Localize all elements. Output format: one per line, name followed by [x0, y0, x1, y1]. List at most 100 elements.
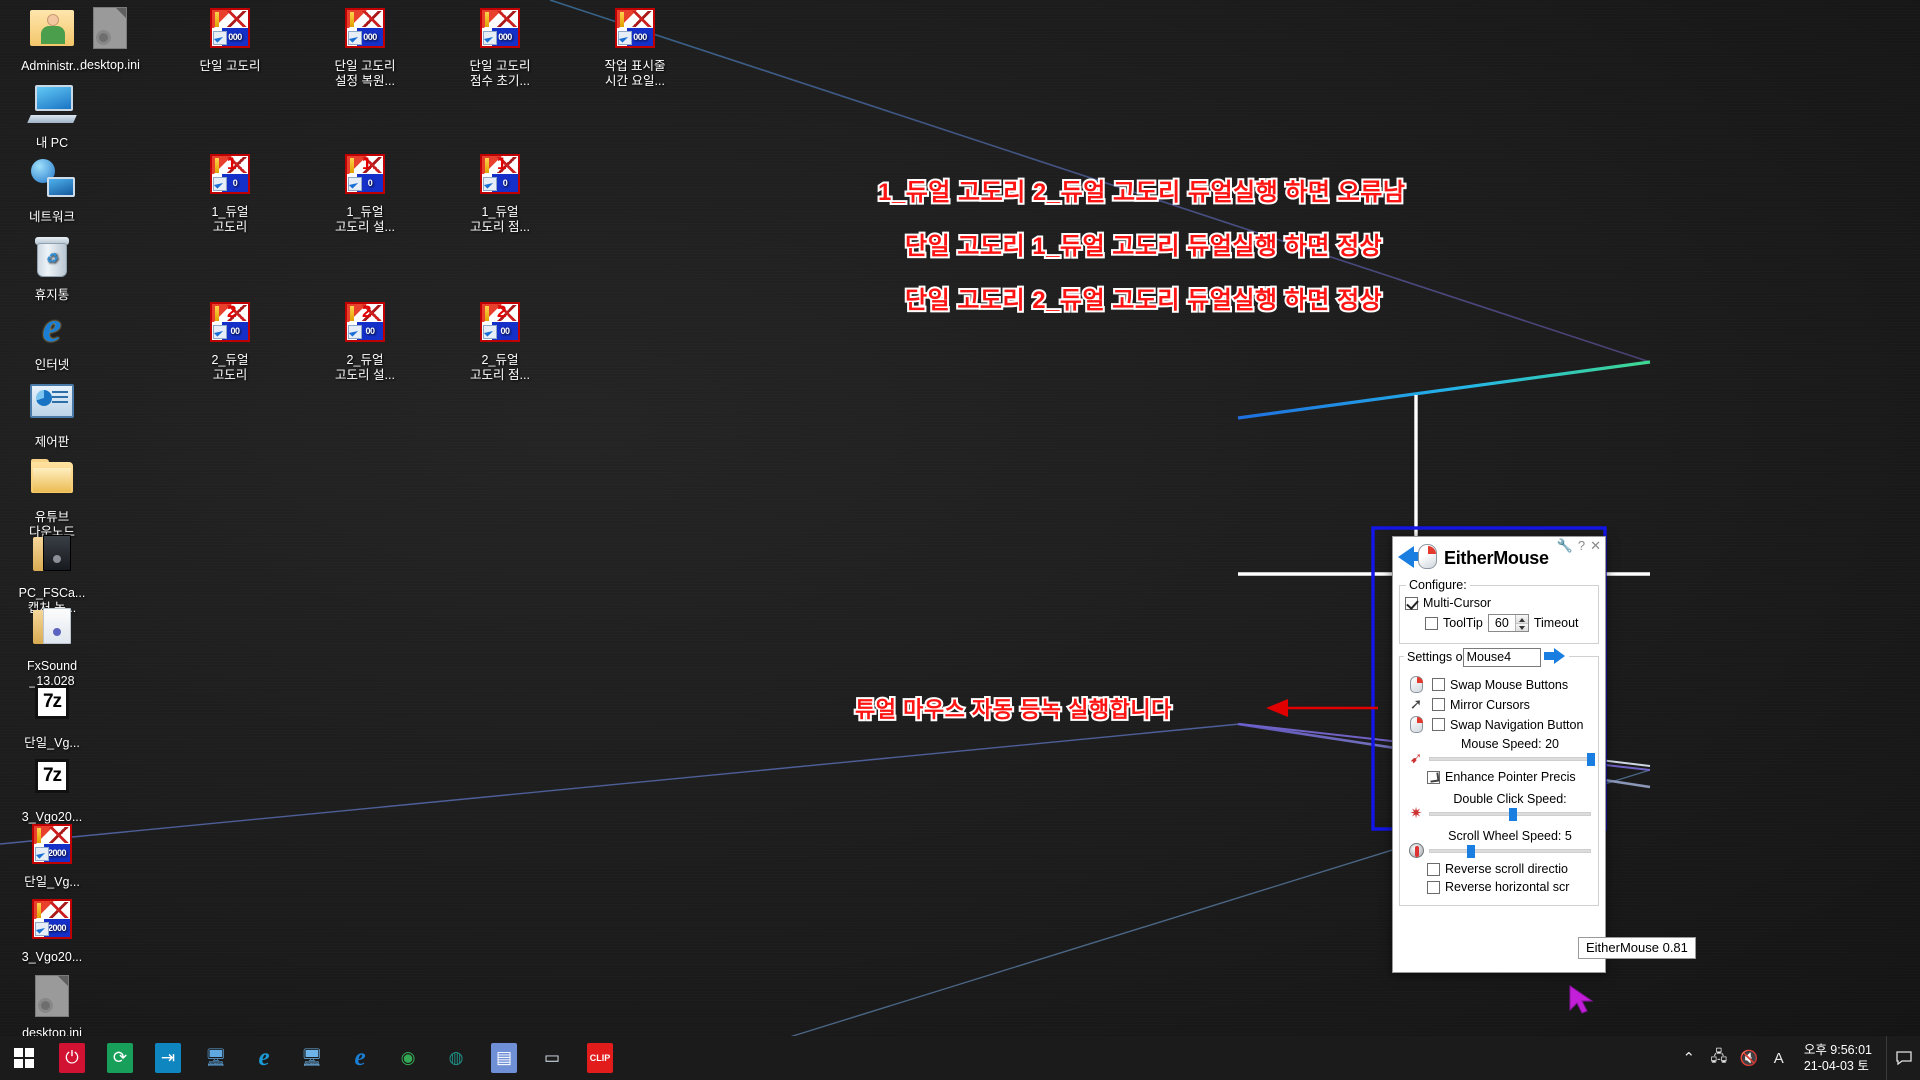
taskbar[interactable]: ⏻ ⟳ ⇥ 🖥 e 🖥 e ◉ ◍ ▤ ▭ CLIP ⌃ 🖧 🔇 A 오후 9:56:01 21-04-03…	[0, 1036, 1920, 1080]
desktop-icon[interactable]: 000 단일 고도리 점수 초기...	[450, 4, 550, 89]
tooltip-checkbox[interactable]	[1425, 616, 1438, 630]
dialog-window-controls[interactable]: 🔧 ? ✕	[1557, 539, 1601, 552]
ime-language-icon[interactable]: A	[1764, 1036, 1794, 1080]
godori-card-icon: 2000	[28, 824, 76, 872]
taskbar-shutdown-icon[interactable]: ⏻	[48, 1036, 96, 1080]
swap-mouse-buttons-row[interactable]: Swap Mouse Buttons	[1405, 676, 1593, 693]
apply-arrow-icon[interactable]	[1543, 647, 1566, 667]
desktop-icon[interactable]: 2 00 2_듀얼 고도리 점...	[450, 298, 550, 383]
desktop-icon[interactable]: 1 0 1_듀얼 고도리 설...	[315, 150, 415, 235]
wrench-icon[interactable]: 🔧	[1557, 539, 1573, 552]
system-tray[interactable]: ⌃ 🖧 🔇 A 오후 9:56:01 21-04-03 토	[1674, 1036, 1920, 1080]
desktop-icon[interactable]: e 인터넷	[2, 303, 102, 373]
swap-mouse-buttons-checkbox[interactable]	[1432, 678, 1445, 691]
show-desktop-button[interactable]	[1886, 1036, 1920, 1080]
reverse-horizontal-checkbox[interactable]	[1427, 880, 1440, 894]
desktop-icon[interactable]: 네트워크	[2, 155, 102, 225]
desktop-icon[interactable]: 2 00 2_듀얼 고도리 설...	[315, 298, 415, 383]
mirror-cursors-row[interactable]: ➚ Mirror Cursors	[1405, 697, 1593, 712]
reverse-scroll-row[interactable]: Reverse scroll directio	[1427, 862, 1593, 876]
tooltip-row[interactable]: ToolTip 60 Timeout	[1425, 614, 1593, 632]
desktop-icon[interactable]: 7z 단일_Vg...	[2, 678, 102, 751]
taskbar-remote-desktop-icon[interactable]: 🖥	[192, 1036, 240, 1080]
desktop-icon[interactable]: 2000 3_Vgo20...	[2, 895, 102, 965]
timeout-value[interactable]: 60	[1489, 616, 1515, 630]
desktop-icon[interactable]: FxSound _13.028	[2, 603, 102, 689]
desktop-icon-label: 단일_Vg...	[24, 736, 80, 750]
desktop-background[interactable]: Administr... desktop.ini 000 단일 고도리 000 단일 고도…	[0, 0, 1920, 1058]
taskbar-items[interactable]: ⏻ ⟳ ⇥ 🖥 e 🖥 e ◉ ◍ ▤ ▭ CLIP	[48, 1036, 624, 1080]
annotation-text: 단일 고도리 1_듀얼 고도리 듀얼실행 하면 정상 단일 고도리 1_듀얼 고도…	[903, 226, 1384, 262]
desktop-icon[interactable]: 000 단일 고도리	[180, 4, 280, 74]
taskbar-google-chrome-icon[interactable]: ◉	[384, 1036, 432, 1080]
device-input[interactable]: Mouse4	[1462, 647, 1541, 667]
desktop-icon[interactable]: 1 0 1_듀얼 고도리	[180, 150, 280, 235]
taskbar-clipboard-clip-icon[interactable]: CLIP	[576, 1036, 624, 1080]
enhance-pointer-checkbox[interactable]	[1427, 770, 1440, 784]
mouse-speed-block[interactable]: Mouse Speed: 20 ➹	[1405, 737, 1595, 766]
desktop-icon[interactable]: 000 작업 표시줄 시간 요일...	[585, 4, 685, 89]
taskbar-clock[interactable]: 오후 9:56:01 21-04-03 토	[1794, 1042, 1886, 1074]
desktop-icon[interactable]: 2000 단일_Vg...	[2, 820, 102, 890]
desktop-icon[interactable]: 000 단일 고도리 설정 복원...	[315, 4, 415, 89]
desktop-icon-label: 작업 표시줄 시간 요일...	[604, 59, 666, 88]
multi-cursor-checkbox[interactable]	[1405, 596, 1418, 610]
desktop-icon[interactable]: 유튜브 다운노드	[2, 452, 102, 540]
reverse-horizontal-row[interactable]: Reverse horizontal scr	[1427, 880, 1593, 894]
scroll-wheel-block[interactable]: Scroll Wheel Speed: 5	[1405, 829, 1593, 858]
double-click-block[interactable]: Double Click Speed: ✷	[1405, 792, 1593, 821]
mouse-speed-slider[interactable]	[1429, 753, 1595, 766]
desktop-icon-label: 단일 고도리	[199, 59, 261, 73]
taskbar-microsoft-edge-icon[interactable]: e	[240, 1036, 288, 1080]
start-button[interactable]	[0, 1036, 48, 1080]
taskbar-remote-assist-icon[interactable]: 🖥	[288, 1036, 336, 1080]
enhance-pointer-row[interactable]: Enhance Pointer Precis	[1427, 770, 1593, 784]
desktop-icon-label: 1_듀얼 고도리 점...	[470, 205, 530, 234]
taskbar-comodo-icon[interactable]: ◍	[432, 1036, 480, 1080]
help-icon[interactable]: ?	[1578, 539, 1585, 552]
mirror-cursors-checkbox[interactable]	[1432, 698, 1445, 711]
desktop-icon[interactable]: 내 PC	[2, 80, 102, 151]
close-icon[interactable]: ✕	[1590, 539, 1601, 552]
taskbar-internet-explorer-icon[interactable]: e	[336, 1036, 384, 1080]
desktop-icon[interactable]: 1 0 1_듀얼 고도리 점...	[450, 150, 550, 235]
taskbar-restart-icon[interactable]: ⟳	[96, 1036, 144, 1080]
scroll-wheel-slider[interactable]	[1429, 845, 1591, 858]
swap-navigation-buttons-checkbox[interactable]	[1432, 718, 1445, 731]
mouse-nav-icon	[1405, 716, 1427, 733]
godori-card-icon: 2 00	[341, 302, 389, 350]
multi-cursor-row[interactable]: Multi-Cursor	[1405, 596, 1593, 610]
desktop-icon-label: 인터넷	[34, 358, 70, 372]
network-icon[interactable]: 🖧	[1704, 1036, 1734, 1080]
godori-card-icon: 000	[206, 8, 254, 56]
desktop-icon[interactable]: desktop.ini	[60, 4, 160, 73]
desktop-icon[interactable]: 2 00 2_듀얼 고도리	[180, 298, 280, 383]
desktop-icon[interactable]: 7z 3_Vgo20...	[2, 752, 102, 825]
control-panel-icon	[28, 384, 76, 432]
volume-muted-icon[interactable]: 🔇	[1734, 1036, 1764, 1080]
clipboard-clip-icon: CLIP	[587, 1043, 613, 1073]
show-hidden-icons-chevron[interactable]: ⌃	[1674, 1036, 1704, 1080]
reverse-scroll-checkbox[interactable]	[1427, 862, 1440, 876]
timeout-stepper[interactable]: 60	[1487, 614, 1529, 632]
taskbar-notepad-plus-icon[interactable]: ▤	[480, 1036, 528, 1080]
desktop-icon[interactable]: 제어판	[2, 378, 102, 450]
godori-card-icon: 10	[476, 154, 524, 202]
eithermouse-dialog[interactable]: 🔧 ? ✕ EitherMouse Configure: Multi-Curso…	[1392, 536, 1606, 973]
scroll-wheel-label: Scroll Wheel Speed: 5	[1448, 829, 1572, 843]
desktop-icon-label: 단일_Vg...	[24, 875, 80, 889]
annotation-text: 단일 고도리 2_듀얼 고도리 듀얼실행 하면 정상 단일 고도리 2_듀얼 고도…	[903, 280, 1384, 316]
swap-navigation-buttons-row[interactable]: Swap Navigation Button	[1405, 716, 1593, 733]
double-click-slider[interactable]	[1429, 808, 1591, 821]
desktop-icon-label: 1_듀얼 고도리	[211, 205, 249, 234]
desktop-icon[interactable]: ♻ 휴지통	[2, 233, 102, 303]
dialog-title-bar[interactable]: 🔧 ? ✕ EitherMouse	[1393, 537, 1605, 583]
taskbar-notepad-icon[interactable]: ▭	[528, 1036, 576, 1080]
tray-icons[interactable]: ⌃ 🖧 🔇 A	[1674, 1036, 1794, 1080]
taskbar-logoff-icon[interactable]: ⇥	[144, 1036, 192, 1080]
annotation-text: 1_듀얼 고도리 2_듀얼 고도리 듀얼실행 하면 오류남 1_듀얼 고도리 2_…	[876, 172, 1407, 208]
desktop-icon[interactable]: desktop.ini	[2, 972, 102, 1041]
internet-explorer-icon: e	[42, 305, 62, 351]
notepad-plus-icon: ▤	[491, 1043, 517, 1073]
annotation-label: 단일 고도리 2_듀얼 고도리 듀얼실행 하면 정상	[905, 287, 1383, 314]
